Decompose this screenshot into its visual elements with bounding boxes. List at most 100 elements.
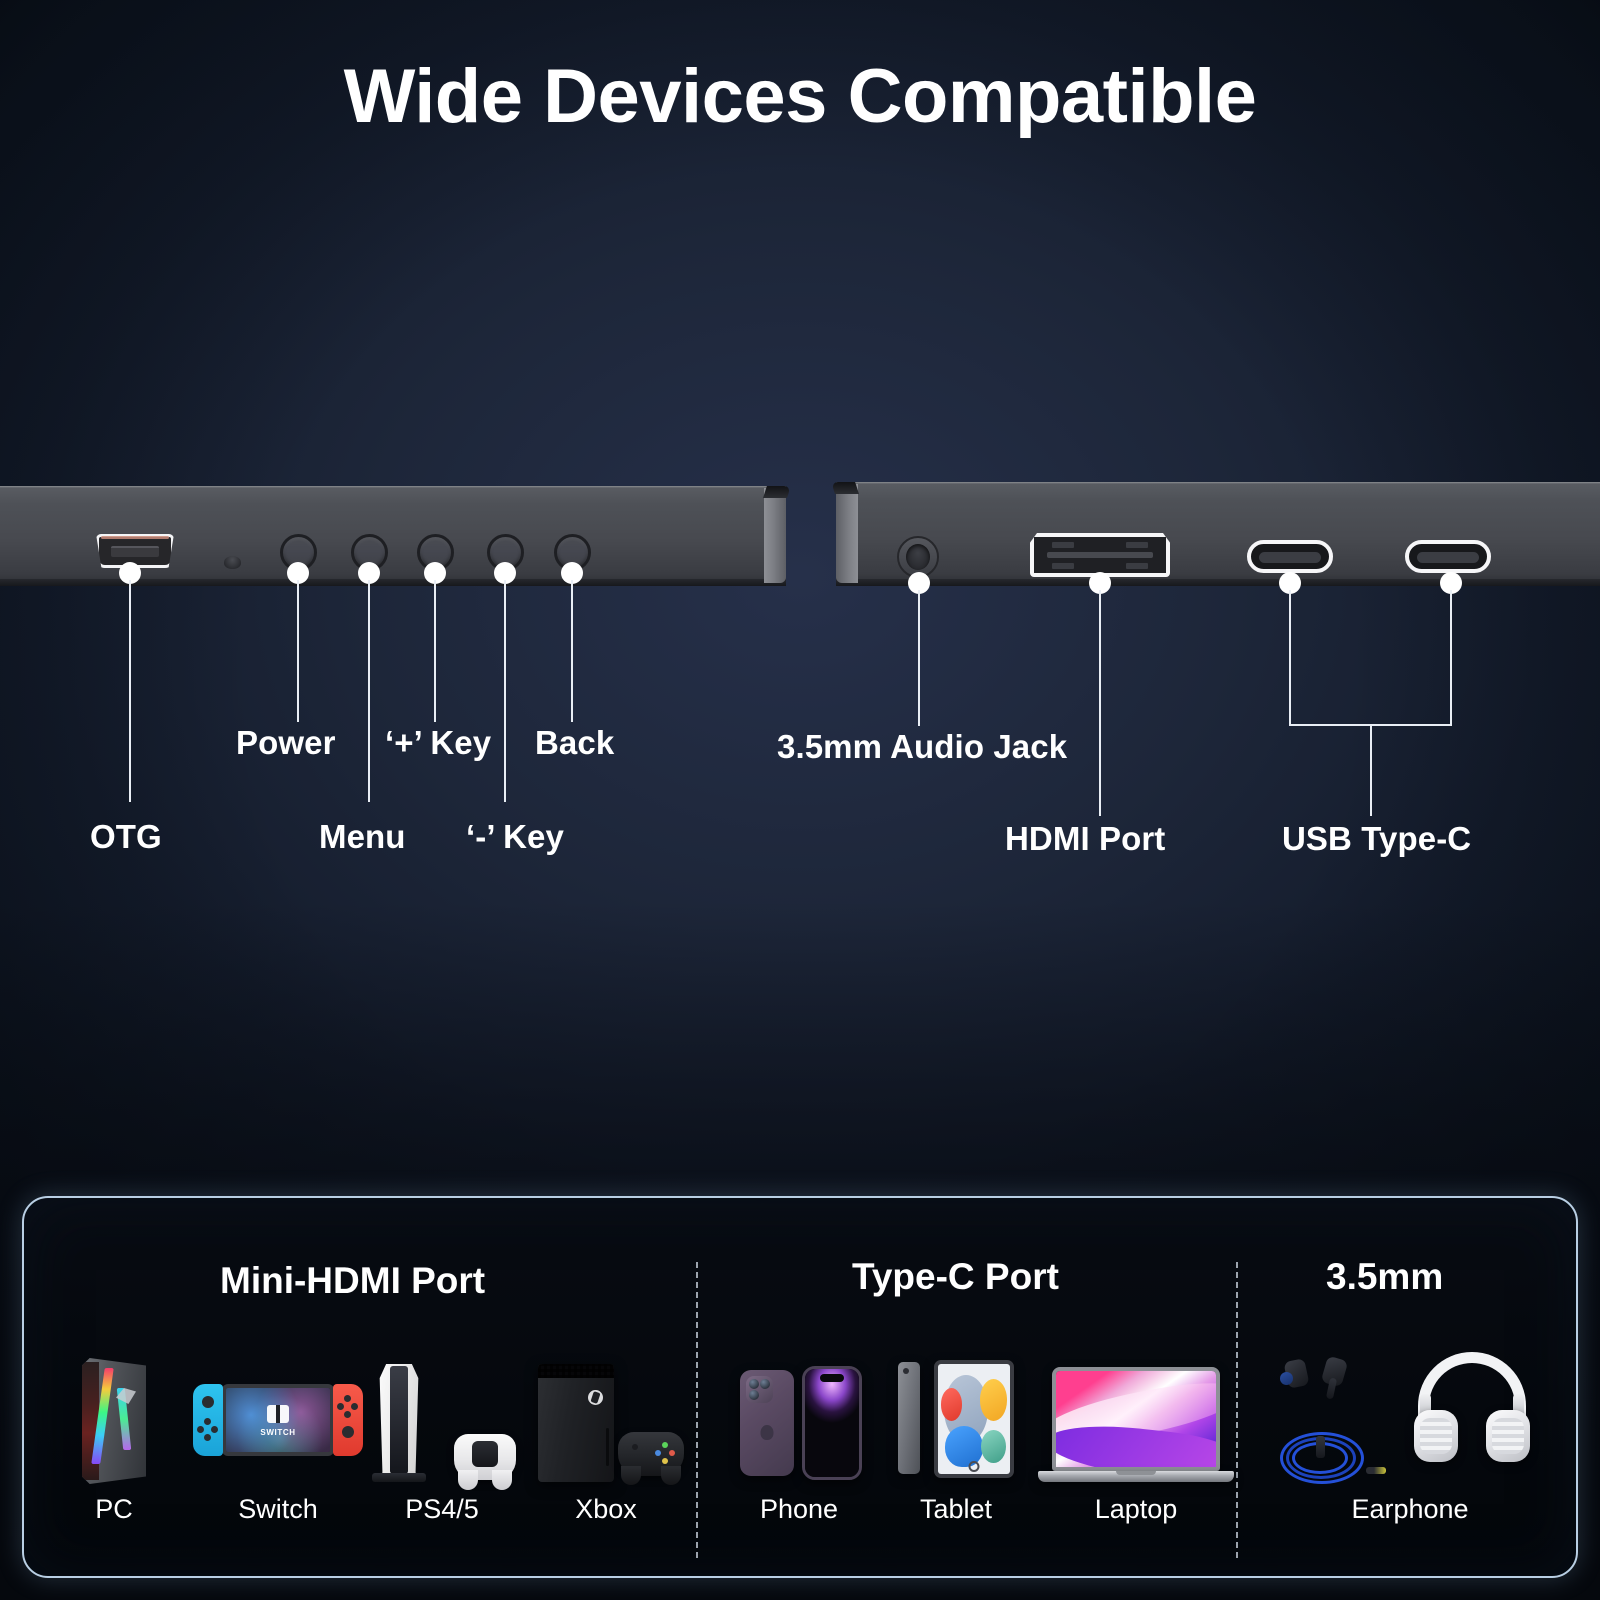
phone-lens [760,1379,770,1389]
callout-label-power: Power [236,724,336,761]
earbud-inline-control [1316,1436,1325,1458]
earbud-tip-left [1280,1372,1293,1385]
switch-dpad-dot [204,1434,211,1441]
usb-c-port-1[interactable] [1247,540,1333,573]
apple-logo-icon [760,1425,774,1441]
phone-camera-module [746,1376,773,1403]
switch-face-dot [344,1395,351,1402]
device-tablet: Tablet [876,1338,1036,1525]
switch-right-stick [342,1426,354,1438]
laptop-lid [1052,1367,1220,1471]
callout-label-otg: OTG [90,818,162,855]
xbox-side-slot [606,1428,609,1466]
switch-left-stick [202,1396,214,1408]
xbox-vent-grille [538,1364,614,1378]
hdmi-slot [1047,552,1153,558]
device-label-pc: PC [95,1494,133,1524]
hdmi-icon [1030,533,1170,577]
laptop-icon [1030,1338,1242,1488]
tablet-rear [898,1362,920,1474]
xbox-grip-left [621,1466,641,1485]
phone-dynamic-island [820,1374,844,1382]
page-title: Wide Devices Compatible [343,54,1257,139]
led-indicator [224,556,241,569]
headphone-earpad [1420,1418,1452,1454]
section-heading-mini-hdmi: Mini-HDMI Port [220,1260,486,1301]
device-label-laptop: Laptop [1094,1494,1178,1524]
tablet-camera [903,1368,909,1374]
tablet-front [934,1360,1014,1478]
xbox-logo [588,1390,603,1405]
callout-label-audio-jack: 3.5mm Audio Jack [777,728,1068,765]
switch-dpad-dot [197,1426,204,1433]
device-label-ps45: PS4/5 [405,1494,479,1524]
xbox-console-body [538,1364,614,1482]
hdmi-nub [1126,563,1148,569]
hdmi-port[interactable] [1030,533,1170,577]
headphone-earpad [1492,1418,1524,1454]
tablet-icon [876,1338,1036,1488]
hdmi-nub [1126,542,1148,548]
laptop-base [1038,1471,1234,1482]
callout-line-hdmi [1099,590,1101,816]
section-divider-1 [696,1262,698,1558]
monitor-left-bottom-edge [0,579,786,586]
smartphone-icon [724,1338,874,1488]
device-label-switch: Switch [238,1494,318,1524]
infographic-stage: Wide Devices Compatible OTG Power Menu ‘… [0,0,1600,1600]
usb-c-icon [1405,540,1491,573]
device-label-xbox: Xbox [575,1494,637,1524]
ps5-stand [372,1473,426,1482]
monitor-left-bevel-cap [763,486,791,498]
switch-face-dot [337,1403,344,1410]
phone-lens [749,1390,759,1400]
usb-c-tongue [1259,551,1321,563]
usb-c-port-2[interactable] [1405,540,1491,573]
xbox-button-a [662,1442,668,1448]
monitor-right-top-highlight [836,482,1600,484]
otg-tint [101,536,169,539]
callout-line-back [571,580,573,722]
hdmi-nub [1052,542,1074,548]
xbox-stick-left [632,1444,638,1450]
monitor-right-bottom-edge [836,579,1600,586]
switch-joycon-right [333,1384,363,1456]
laptop-trackpad-notch [1116,1471,1156,1475]
over-ear-headphones [1402,1342,1542,1484]
xbox-button-y [662,1458,668,1464]
compatibility-panel: Mini-HDMI Port Type-C Port 3.5mm PC SWIT… [22,1196,1578,1578]
laptop-wallpaper [1056,1371,1216,1467]
switch-wordmark: SWITCH [260,1428,296,1438]
tablet-wallpaper-shape [981,1430,1006,1463]
xbox-controller [618,1432,684,1485]
device-xbox: Xbox [526,1338,686,1525]
callout-label-minus-key: ‘-’ Key [466,818,564,855]
wired-earbuds [1272,1352,1390,1488]
audio-jack-hole [906,544,930,570]
xbox-grip-right [661,1466,681,1485]
device-label-tablet: Tablet [919,1494,993,1524]
device-phone: Phone [724,1338,874,1525]
hdmi-nub [1052,563,1074,569]
monitor-right-bevel [836,484,858,583]
earbud-3-5mm-plug [1366,1467,1386,1474]
dualsense-controller [454,1434,516,1490]
callout-line-audio-jack [918,590,920,726]
monitor-left-top-highlight [0,486,786,488]
device-switch: SWITCH Switch [190,1338,366,1525]
monitor-right-bevel-cap [831,482,859,494]
earphone-icon [1260,1338,1560,1488]
xbox-button-x [655,1450,661,1456]
usb-c-tongue [1417,551,1479,563]
dualsense-grip-left [458,1470,478,1490]
tablet-wallpaper [938,1364,1010,1474]
headphone-earcup-left [1414,1410,1458,1462]
usb-c-icon [1247,540,1333,573]
device-earphone: Earphone [1260,1338,1560,1525]
device-ps45: PS4/5 [362,1338,522,1525]
dualsense-touchpad [472,1441,498,1467]
nintendo-switch-icon: SWITCH [190,1338,366,1488]
phone-front [802,1366,862,1480]
section-heading-3-5mm: 3.5mm [1326,1256,1444,1297]
callout-line-minus-key [504,580,506,802]
